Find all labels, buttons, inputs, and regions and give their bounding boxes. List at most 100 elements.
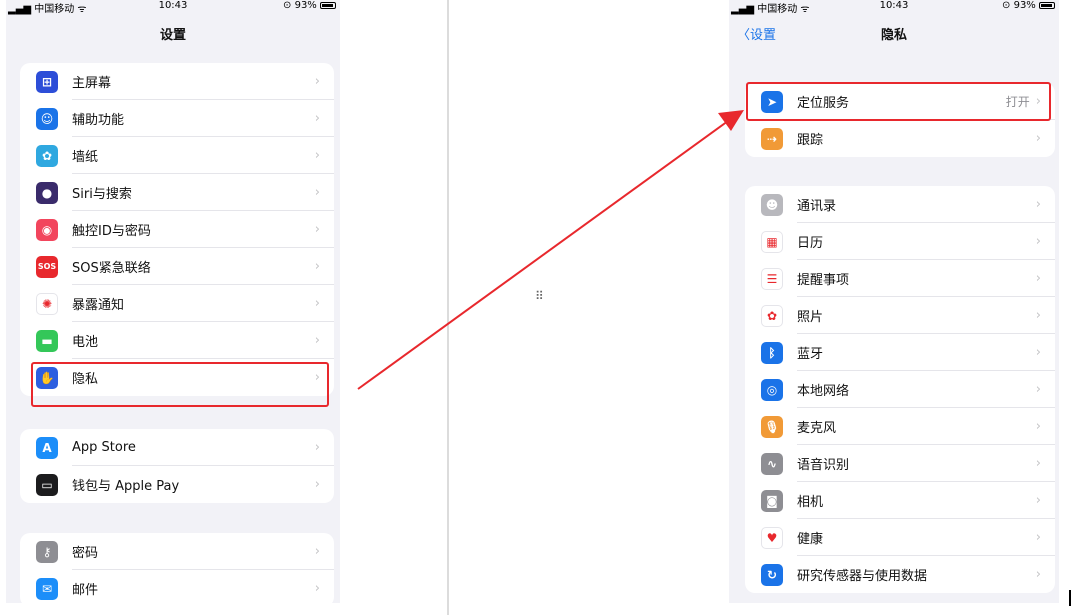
list-item[interactable]: ⊞ 主屏幕 › xyxy=(20,63,334,100)
text-cursor xyxy=(1069,590,1071,606)
list-item[interactable]: ▦ 日历 › xyxy=(745,223,1055,260)
chevron-right-icon: › xyxy=(1035,419,1041,434)
chevron-right-icon: › xyxy=(314,440,320,455)
list-item-label: 电池 xyxy=(72,335,99,350)
wallpaper-icon: ✿ xyxy=(36,144,58,167)
list-item[interactable]: ☰ 提醒事项 › xyxy=(745,260,1055,297)
calendar-icon: ▦ xyxy=(761,230,783,253)
list-item-label: 钱包与 Apple Pay xyxy=(72,479,180,494)
list-item-label: Siri与搜索 xyxy=(72,187,132,202)
battery-status: ⊙ 93% xyxy=(1002,0,1055,11)
touch-id-icon: ◉ xyxy=(36,218,58,241)
camera-icon: ◙ xyxy=(761,489,783,512)
chevron-right-icon: › xyxy=(314,370,320,385)
exposure-icon: ✺ xyxy=(36,292,58,315)
list-item[interactable]: ↻ 研究传感器与使用数据 › xyxy=(745,556,1055,593)
nav-bar: 设置 xyxy=(6,14,340,46)
list-item[interactable]: ✺ 暴露通知 › xyxy=(20,285,334,322)
list-item[interactable]: ◉ 触控ID与密码 › xyxy=(20,211,334,248)
chevron-right-icon: › xyxy=(314,581,320,596)
list-item[interactable]: ● Siri与搜索 › xyxy=(20,174,334,211)
list-item[interactable]: ✉ 邮件 › xyxy=(20,570,334,603)
list-item[interactable]: 🎙 麦克风 › xyxy=(745,408,1055,445)
list-item[interactable]: ✋ 隐私 › xyxy=(20,359,334,396)
battery-level-icon xyxy=(1039,2,1055,9)
list-item-label: 相机 xyxy=(797,495,824,510)
contacts-icon: ☻ xyxy=(761,193,783,216)
mail-icon: ✉ xyxy=(36,577,58,600)
chevron-right-icon: › xyxy=(314,185,320,200)
list-item-label: 定位服务 xyxy=(797,96,850,111)
list-item[interactable]: ⇢ 跟踪 › xyxy=(745,120,1055,157)
list-item[interactable]: ✿ 墙纸 › xyxy=(20,137,334,174)
list-item-label: 密码 xyxy=(72,546,99,561)
nav-bar: 〈设置 隐私 xyxy=(729,14,1059,46)
siri-icon: ● xyxy=(36,181,58,204)
health-icon: ♥ xyxy=(761,526,783,549)
chevron-right-icon: › xyxy=(1035,493,1041,508)
battery-status: ⊙ 93% xyxy=(283,0,336,11)
list-item[interactable]: ∿ 语音识别 › xyxy=(745,445,1055,482)
battery-icon: ▬ xyxy=(36,329,58,352)
chevron-right-icon: › xyxy=(314,222,320,237)
list-item[interactable]: ⚷ 密码 › xyxy=(20,533,334,570)
chevron-right-icon: › xyxy=(1035,234,1041,249)
chevron-right-icon: › xyxy=(1035,197,1041,212)
chevron-right-icon: › xyxy=(314,74,320,89)
status-bar: ▂▄▆ 中国移动 ᯤ 10:43 ⊙ 93% xyxy=(6,0,340,15)
split-view-divider[interactable] xyxy=(447,0,449,615)
list-item[interactable]: ♥ 健康 › xyxy=(745,519,1055,556)
list-item-label: SOS紧急联络 xyxy=(72,261,151,276)
chevron-right-icon: › xyxy=(314,477,320,492)
reminders-icon: ☰ xyxy=(761,267,783,290)
settings-group-2: A App Store › ▭ 钱包与 Apple Pay › xyxy=(20,429,334,503)
list-item[interactable]: ➤ 定位服务 打开 › xyxy=(745,83,1055,120)
list-item[interactable]: ᛒ 蓝牙 › xyxy=(745,334,1055,371)
tracking-icon: ⇢ xyxy=(761,127,783,150)
wallet-icon: ▭ xyxy=(36,473,58,496)
list-item-label: 墙纸 xyxy=(72,150,99,165)
list-item-label: 辅助功能 xyxy=(72,113,125,128)
list-item[interactable]: ✿ 照片 › xyxy=(745,297,1055,334)
list-item[interactable]: ▭ 钱包与 Apple Pay › xyxy=(20,466,334,503)
list-item[interactable]: ◙ 相机 › xyxy=(745,482,1055,519)
list-item[interactable]: ☺ 辅助功能 › xyxy=(20,100,334,137)
list-item-label: 隐私 xyxy=(72,372,99,387)
settings-group-1: ⊞ 主屏幕 › ☺ 辅助功能 › ✿ 墙纸 › ● Siri与搜索 › ◉ 触控ID与密码 › SOS SOS紧… xyxy=(20,63,334,396)
chevron-right-icon: › xyxy=(1035,382,1041,397)
chevron-right-icon: › xyxy=(1035,131,1041,146)
list-item[interactable]: A App Store › xyxy=(20,429,334,466)
list-item[interactable]: ☻ 通讯录 › xyxy=(745,186,1055,223)
photos-icon: ✿ xyxy=(761,304,783,327)
status-bar: ▂▄▆ 中国移动 ᯤ 10:43 ⊙ 93% xyxy=(729,0,1059,15)
list-item[interactable]: SOS SOS紧急联络 › xyxy=(20,248,334,285)
list-item-label: 提醒事项 xyxy=(797,273,850,288)
chevron-right-icon: › xyxy=(1035,530,1041,545)
speech-recognition-icon: ∿ xyxy=(761,452,783,475)
chevron-right-icon: › xyxy=(314,296,320,311)
accessibility-icon: ☺ xyxy=(36,107,58,130)
drag-handle-icon[interactable]: ⠿ xyxy=(535,290,545,302)
chevron-right-icon: › xyxy=(314,111,320,126)
privacy-hand-icon: ✋ xyxy=(36,366,58,389)
settings-group-3: ⚷ 密码 › ✉ 邮件 › xyxy=(20,533,334,603)
chevron-right-icon: › xyxy=(1035,94,1041,109)
list-item-label: 主屏幕 xyxy=(72,76,112,91)
list-item-label: 跟踪 xyxy=(797,133,824,148)
local-network-icon: ◎ xyxy=(761,378,783,401)
list-item-label: 日历 xyxy=(797,236,824,251)
privacy-screen: ▂▄▆ 中国移动 ᯤ 10:43 ⊙ 93% 〈设置 隐私 ➤ 定位服务 打开 › ⇢ 跟… xyxy=(729,0,1059,603)
chevron-right-icon: › xyxy=(314,333,320,348)
app-store-icon: A xyxy=(36,436,58,459)
list-item[interactable]: ◎ 本地网络 › xyxy=(745,371,1055,408)
list-item-label: 本地网络 xyxy=(797,384,850,399)
chevron-right-icon: › xyxy=(1035,308,1041,323)
chevron-right-icon: › xyxy=(314,544,320,559)
list-item-label: 通讯录 xyxy=(797,199,837,214)
chevron-right-icon: › xyxy=(314,148,320,163)
list-item[interactable]: ▬ 电池 › xyxy=(20,322,334,359)
list-item-label: 暴露通知 xyxy=(72,298,125,313)
key-icon: ⚷ xyxy=(36,540,58,563)
privacy-group-1: ➤ 定位服务 打开 › ⇢ 跟踪 › xyxy=(745,83,1055,157)
chevron-right-icon: › xyxy=(1035,345,1041,360)
